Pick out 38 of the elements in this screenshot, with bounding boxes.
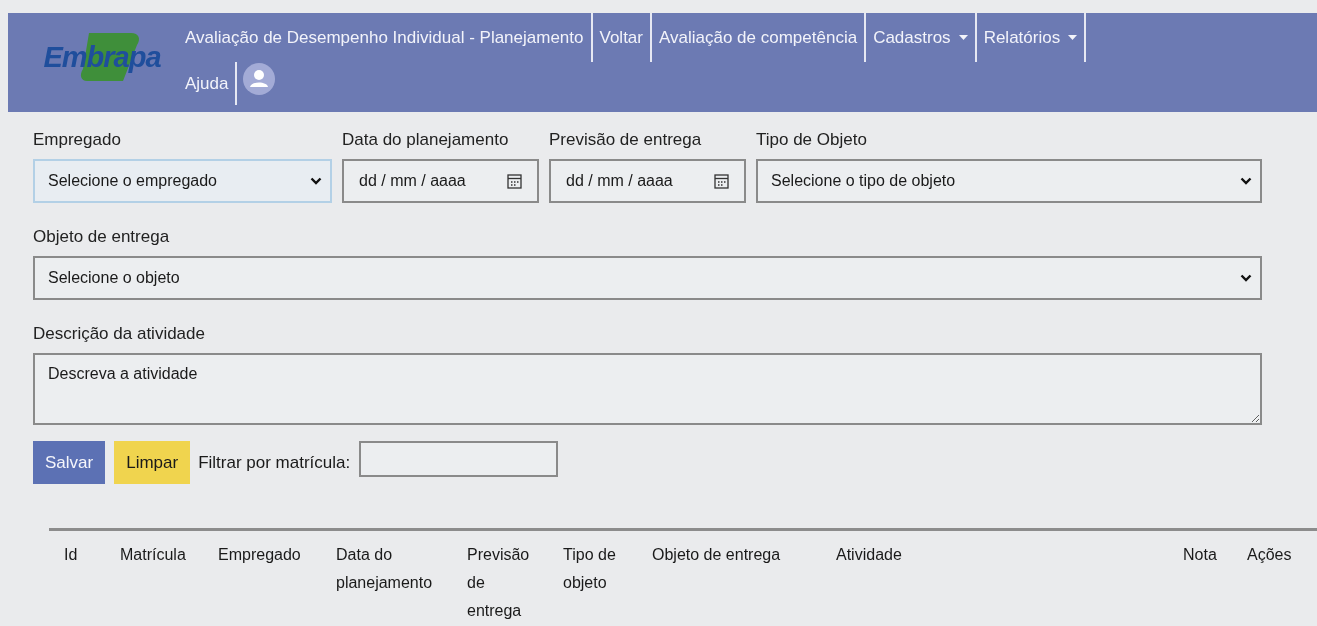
column-header: Previsão de entrega: [467, 545, 531, 621]
field-label: Objeto de entrega: [33, 227, 171, 247]
date-field[interactable]: dd / mm / aaaa: [342, 159, 539, 203]
user-icon[interactable]: [243, 62, 276, 95]
column-header: Ações: [1247, 545, 1292, 565]
clear-button[interactable]: Limpar: [114, 441, 191, 484]
save-button[interactable]: Salvar: [33, 441, 106, 484]
filter-label: Filtrar por matrícula:: [198, 452, 351, 474]
dropdown-menu[interactable]: Cadastros: [866, 13, 977, 62]
nav-link[interactable]: Avaliação de Desempenho Individual - Planejamento: [178, 13, 593, 62]
calendar-icon[interactable]: [714, 173, 729, 189]
column-header: Empregado: [218, 545, 301, 565]
select-field[interactable]: Selecione o tipo de objeto: [756, 159, 1262, 203]
nav-link[interactable]: Ajuda: [178, 62, 238, 105]
dropdown-menu[interactable]: Relatórios: [976, 13, 1087, 62]
column-header: Data do planejamento: [336, 545, 434, 593]
field-label: Descrição da atividade: [33, 324, 206, 344]
field-label: Previsão de entrega: [549, 130, 703, 150]
chevron-down-icon: [1240, 177, 1252, 185]
filter-input[interactable]: [359, 441, 559, 477]
column-header: Tipo de objeto: [563, 545, 617, 593]
chevron-down-icon: [1240, 274, 1252, 282]
column-header: Nota: [1183, 545, 1217, 565]
nav-link[interactable]: Avaliação de competência: [652, 13, 867, 62]
nav-link[interactable]: Voltar: [592, 13, 652, 62]
calendar-icon[interactable]: [507, 173, 522, 189]
description-field[interactable]: Descreva a atividade: [33, 353, 1262, 425]
column-header: Atividade: [836, 545, 902, 565]
column-header: Objeto de entrega: [652, 545, 781, 565]
column-header: Matrícula: [120, 545, 186, 565]
date-field[interactable]: dd / mm / aaaa: [549, 159, 746, 203]
chevron-down-icon: [310, 177, 322, 185]
select-field[interactable]: Selecione o objeto: [33, 256, 1262, 300]
field-label: Data do planejamento: [342, 130, 510, 150]
field-label: Empregado: [33, 130, 122, 150]
select-field[interactable]: Selecione o empregado: [33, 159, 332, 203]
field-label: Tipo de Objeto: [756, 130, 868, 150]
column-header: Id: [64, 545, 78, 565]
